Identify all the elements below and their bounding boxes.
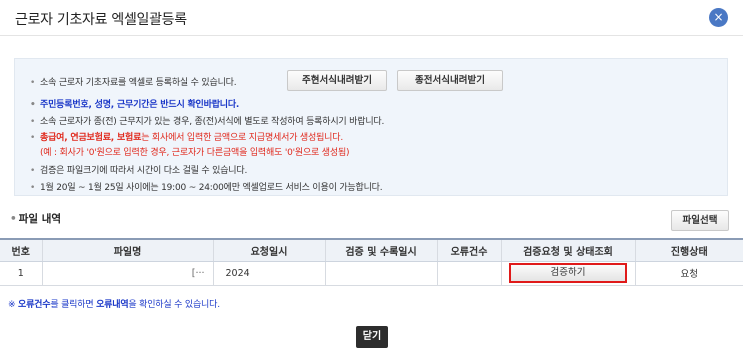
bullet-icon: •: [30, 100, 36, 110]
note-link-errors: 오류건수: [18, 300, 51, 310]
info-line-2: • 주민등록번호, 성명, 근무기간은 반드시 확인바랍니다.: [30, 97, 239, 110]
download-prev-form-button[interactable]: 종전서식내려받기: [397, 70, 503, 91]
info-line-5: • 검증은 파일크기에 따라서 시간이 다소 걸릴 수 있습니다.: [30, 163, 247, 176]
col-header-verified: 검증 및 수록일시: [325, 238, 438, 262]
info-box: • 소속 근로자 기초자료를 엑셀로 등록하실 수 있습니다. 주현서식내려받기 …: [14, 58, 728, 196]
info-text-3: 소속 근로자가 종(전) 근무지가 있는 경우, 종(전)서식에 별도로 작성하…: [40, 117, 385, 127]
col-header-status: 진행상태: [635, 238, 743, 262]
note-suffix: 을 확인하실 수 있습니다.: [128, 300, 220, 310]
close-button[interactable]: 닫기: [356, 326, 388, 348]
info-text-2: 주민등록번호, 성명, 근무기간은 반드시 확인바랍니다.: [40, 100, 240, 110]
file-select-button[interactable]: 파일선택: [671, 210, 729, 231]
info-text-1: 소속 근로자 기초자료를 엑셀로 등록하실 수 있습니다.: [40, 78, 237, 88]
dialog-title: 근로자 기초자료 엑셀일괄등록: [15, 12, 187, 28]
note-prefix: ※: [8, 300, 19, 310]
cell-verified: [325, 261, 438, 286]
file-table: 번호 파일명 요청일시 검증 및 수록일시 오류건수 검증요청 및 상태조회 진…: [0, 238, 743, 286]
info-line-4-sub: (예 : 회사가 '0'원으로 입력한 경우, 근로자가 다른금액을 입력해도 …: [40, 148, 350, 158]
col-header-filename: 파일명: [42, 238, 214, 262]
bullet-icon: •: [30, 117, 36, 127]
cell-status: 요청: [635, 261, 743, 286]
bullet-icon: •: [30, 183, 36, 193]
bullet-icon: •: [30, 133, 36, 143]
col-header-no: 번호: [0, 238, 43, 262]
info-line-6: • 1월 20일 ~ 1월 25일 사이에는 19:00 ~ 24:00에만 엑셀…: [30, 180, 383, 193]
info-line-4: • 총급여, 연금보험료, 보험료는 회사에서 입력한 금액으로 지급명세서가 생…: [30, 130, 343, 143]
cell-action: 검증하기: [501, 261, 636, 286]
cell-errors[interactable]: [437, 261, 502, 286]
table-header-row: 번호 파일명 요청일시 검증 및 수록일시 오류건수 검증요청 및 상태조회 진…: [0, 238, 743, 262]
col-header-action: 검증요청 및 상태조회: [501, 238, 636, 262]
info-text-5: 검증은 파일크기에 따라서 시간이 다소 걸릴 수 있습니다.: [40, 166, 248, 176]
file-section-label: 파일 내역: [18, 213, 62, 225]
cell-no: 1: [0, 261, 43, 286]
bullet-icon: •: [30, 166, 36, 176]
col-header-errors: 오류건수: [437, 238, 502, 262]
dialog-header: 근로자 기초자료 엑셀일괄등록 ×: [0, 0, 743, 36]
bullet-icon: •: [30, 78, 36, 88]
cell-filename: [···: [42, 261, 214, 286]
bullet-icon: •: [10, 213, 17, 225]
error-note: ※ 오류건수를 클릭하면 오류내역을 확인하실 수 있습니다.: [8, 297, 220, 310]
table-row: 1 [··· 2024 검증하기 요청: [0, 261, 743, 286]
download-current-form-button[interactable]: 주현서식내려받기: [287, 70, 387, 91]
info-text-6: 1월 20일 ~ 1월 25일 사이에는 19:00 ~ 24:00에만 엑셀업…: [40, 183, 383, 193]
info-line-1: • 소속 근로자 기초자료를 엑셀로 등록하실 수 있습니다.: [30, 75, 237, 88]
close-icon[interactable]: ×: [709, 8, 728, 27]
col-header-requested: 요청일시: [213, 238, 326, 262]
file-section-title: • 파일 내역: [10, 211, 61, 226]
verify-button[interactable]: 검증하기: [509, 263, 627, 283]
info-line-3: • 소속 근로자가 종(전) 근무지가 있는 경우, 종(전)서식에 별도로 작성…: [30, 114, 384, 127]
info-text-4: 는 회사에서 입력한 금액으로 지급명세서가 생성됩니다.: [141, 133, 343, 143]
note-mid: 를 클릭하면: [50, 300, 97, 310]
info-text-4-bold: 총급여, 연금보험료, 보험료: [40, 133, 142, 143]
cell-requested: 2024: [213, 261, 326, 286]
note-link-error-details: 오류내역: [96, 300, 129, 310]
